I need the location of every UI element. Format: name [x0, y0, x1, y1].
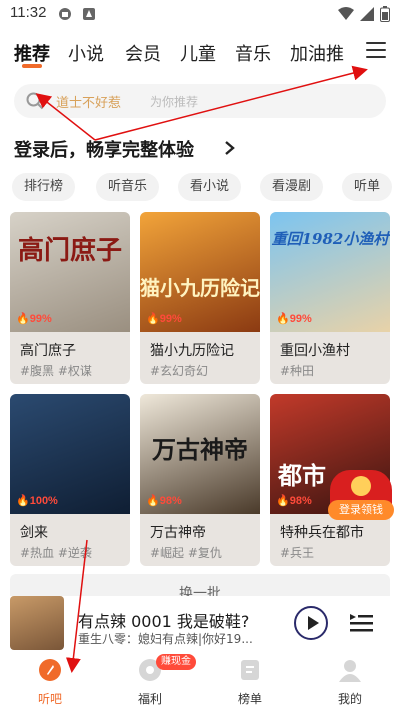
listen-icon: [39, 659, 61, 681]
tab-cheer-recommend[interactable]: 加油推: [290, 40, 344, 66]
cover-title: 高门庶子: [17, 236, 122, 266]
category-chips: 排行榜 听音乐 看小说 看漫剧 听单: [12, 173, 400, 201]
chevron-right-icon[interactable]: [224, 140, 236, 156]
book-card[interactable]: 🔥100% 剑来 #热血 #逆袭: [10, 394, 130, 566]
status-time: 11:32: [10, 4, 47, 21]
nav-listen[interactable]: 听吧: [0, 652, 100, 710]
battery-icon: [380, 6, 390, 22]
search-hot-word: 道士不好惹: [56, 96, 122, 111]
player-title: 有点辣 0001 我是破鞋?: [78, 612, 250, 631]
book-card[interactable]: 重回1982小渔村 🔥99% 重回小渔村 #种田: [270, 212, 390, 384]
player-cover: [10, 596, 64, 650]
mini-player[interactable]: 有点辣 0001 我是破鞋? 重生八零：媳妇有点辣|你好19...: [0, 596, 400, 652]
book-tags: #热血 #逆袭: [20, 546, 92, 560]
tab-children[interactable]: 儿童: [180, 40, 216, 66]
chip-short-drama[interactable]: 看漫剧: [260, 173, 324, 201]
chip-novel[interactable]: 看小说: [178, 173, 242, 201]
chip-playlist[interactable]: 听单: [342, 173, 393, 201]
cover-title: 重回1982小渔村: [271, 230, 389, 248]
book-title: 特种兵在都市: [280, 525, 364, 541]
book-title: 猫小九历险记: [150, 343, 234, 359]
heat-badge: 🔥99%: [276, 313, 312, 325]
bottom-nav: 听吧 福利 榜单 我的: [0, 652, 400, 710]
book-tags: #腹黑 #权谋: [20, 364, 92, 378]
book-title: 万古神帝: [150, 525, 206, 541]
cover-title: 万古神帝: [152, 435, 248, 464]
chip-ranking[interactable]: 排行榜: [12, 173, 76, 201]
earn-cash-badge: 赚现金: [156, 654, 196, 670]
book-tags: #兵王: [280, 546, 315, 560]
search-icon: [26, 92, 44, 110]
player-subtitle: 重生八零：媳妇有点辣|你好19...: [78, 632, 253, 646]
red-packet-label[interactable]: 登录领钱: [328, 500, 394, 520]
book-title: 高门庶子: [20, 343, 76, 359]
heat-badge: 🔥99%: [16, 313, 52, 325]
heat-badge: 🔥98%: [146, 495, 182, 507]
book-tags: #玄幻奇幻: [150, 364, 209, 378]
search-placeholder: 为你推荐: [150, 95, 199, 109]
book-card[interactable]: 猫小九历险记 🔥99% 猫小九历险记 #玄幻奇幻: [140, 212, 260, 384]
active-tab-indicator: [22, 64, 42, 68]
heat-badge: 🔥98%: [276, 495, 312, 507]
menu-icon[interactable]: [366, 42, 386, 60]
nav-ranking[interactable]: 榜单: [200, 652, 300, 710]
chip-music[interactable]: 听音乐: [96, 173, 160, 201]
signal-icon: [360, 7, 374, 21]
nav-label: 听吧: [37, 692, 62, 706]
login-prompt[interactable]: 登录后，畅享完整体验: [14, 136, 194, 162]
status-bar: 11:32: [0, 0, 400, 28]
book-tags: #崛起 #复仇: [150, 546, 222, 560]
top-tabs: 推荐 小说 会员 儿童 音乐 加油推: [0, 36, 400, 72]
book-title: 剑来: [20, 525, 48, 541]
play-button[interactable]: [294, 606, 328, 640]
cover-title: 猫小九历险记: [140, 276, 260, 300]
tab-music[interactable]: 音乐: [235, 40, 271, 66]
book-title: 重回小渔村: [280, 343, 350, 359]
book-card[interactable]: 高门庶子 🔥99% 高门庶子 #腹黑 #权谋: [10, 212, 130, 384]
book-card[interactable]: 万古神帝 🔥98% 万古神帝 #崛起 #复仇: [140, 394, 260, 566]
nav-label: 我的: [337, 692, 362, 706]
tab-member[interactable]: 会员: [125, 40, 161, 66]
app-notification-icon: [59, 8, 71, 20]
download-notification-icon: [83, 8, 95, 20]
heat-badge: 🔥100%: [16, 495, 58, 507]
tab-recommend[interactable]: 推荐: [14, 40, 50, 66]
nav-mine[interactable]: 我的: [300, 652, 400, 710]
ranking-icon: [241, 660, 259, 680]
nav-label: 福利: [137, 692, 162, 706]
heat-badge: 🔥99%: [146, 313, 182, 325]
book-tags: #种田: [280, 364, 315, 378]
tab-novel[interactable]: 小说: [68, 40, 104, 66]
wifi-icon: [338, 7, 354, 20]
search-bar[interactable]: 道士不好惹 为你推荐: [14, 84, 386, 118]
playlist-icon[interactable]: [348, 610, 374, 634]
nav-label: 榜单: [237, 692, 262, 706]
profile-icon: [339, 660, 361, 682]
